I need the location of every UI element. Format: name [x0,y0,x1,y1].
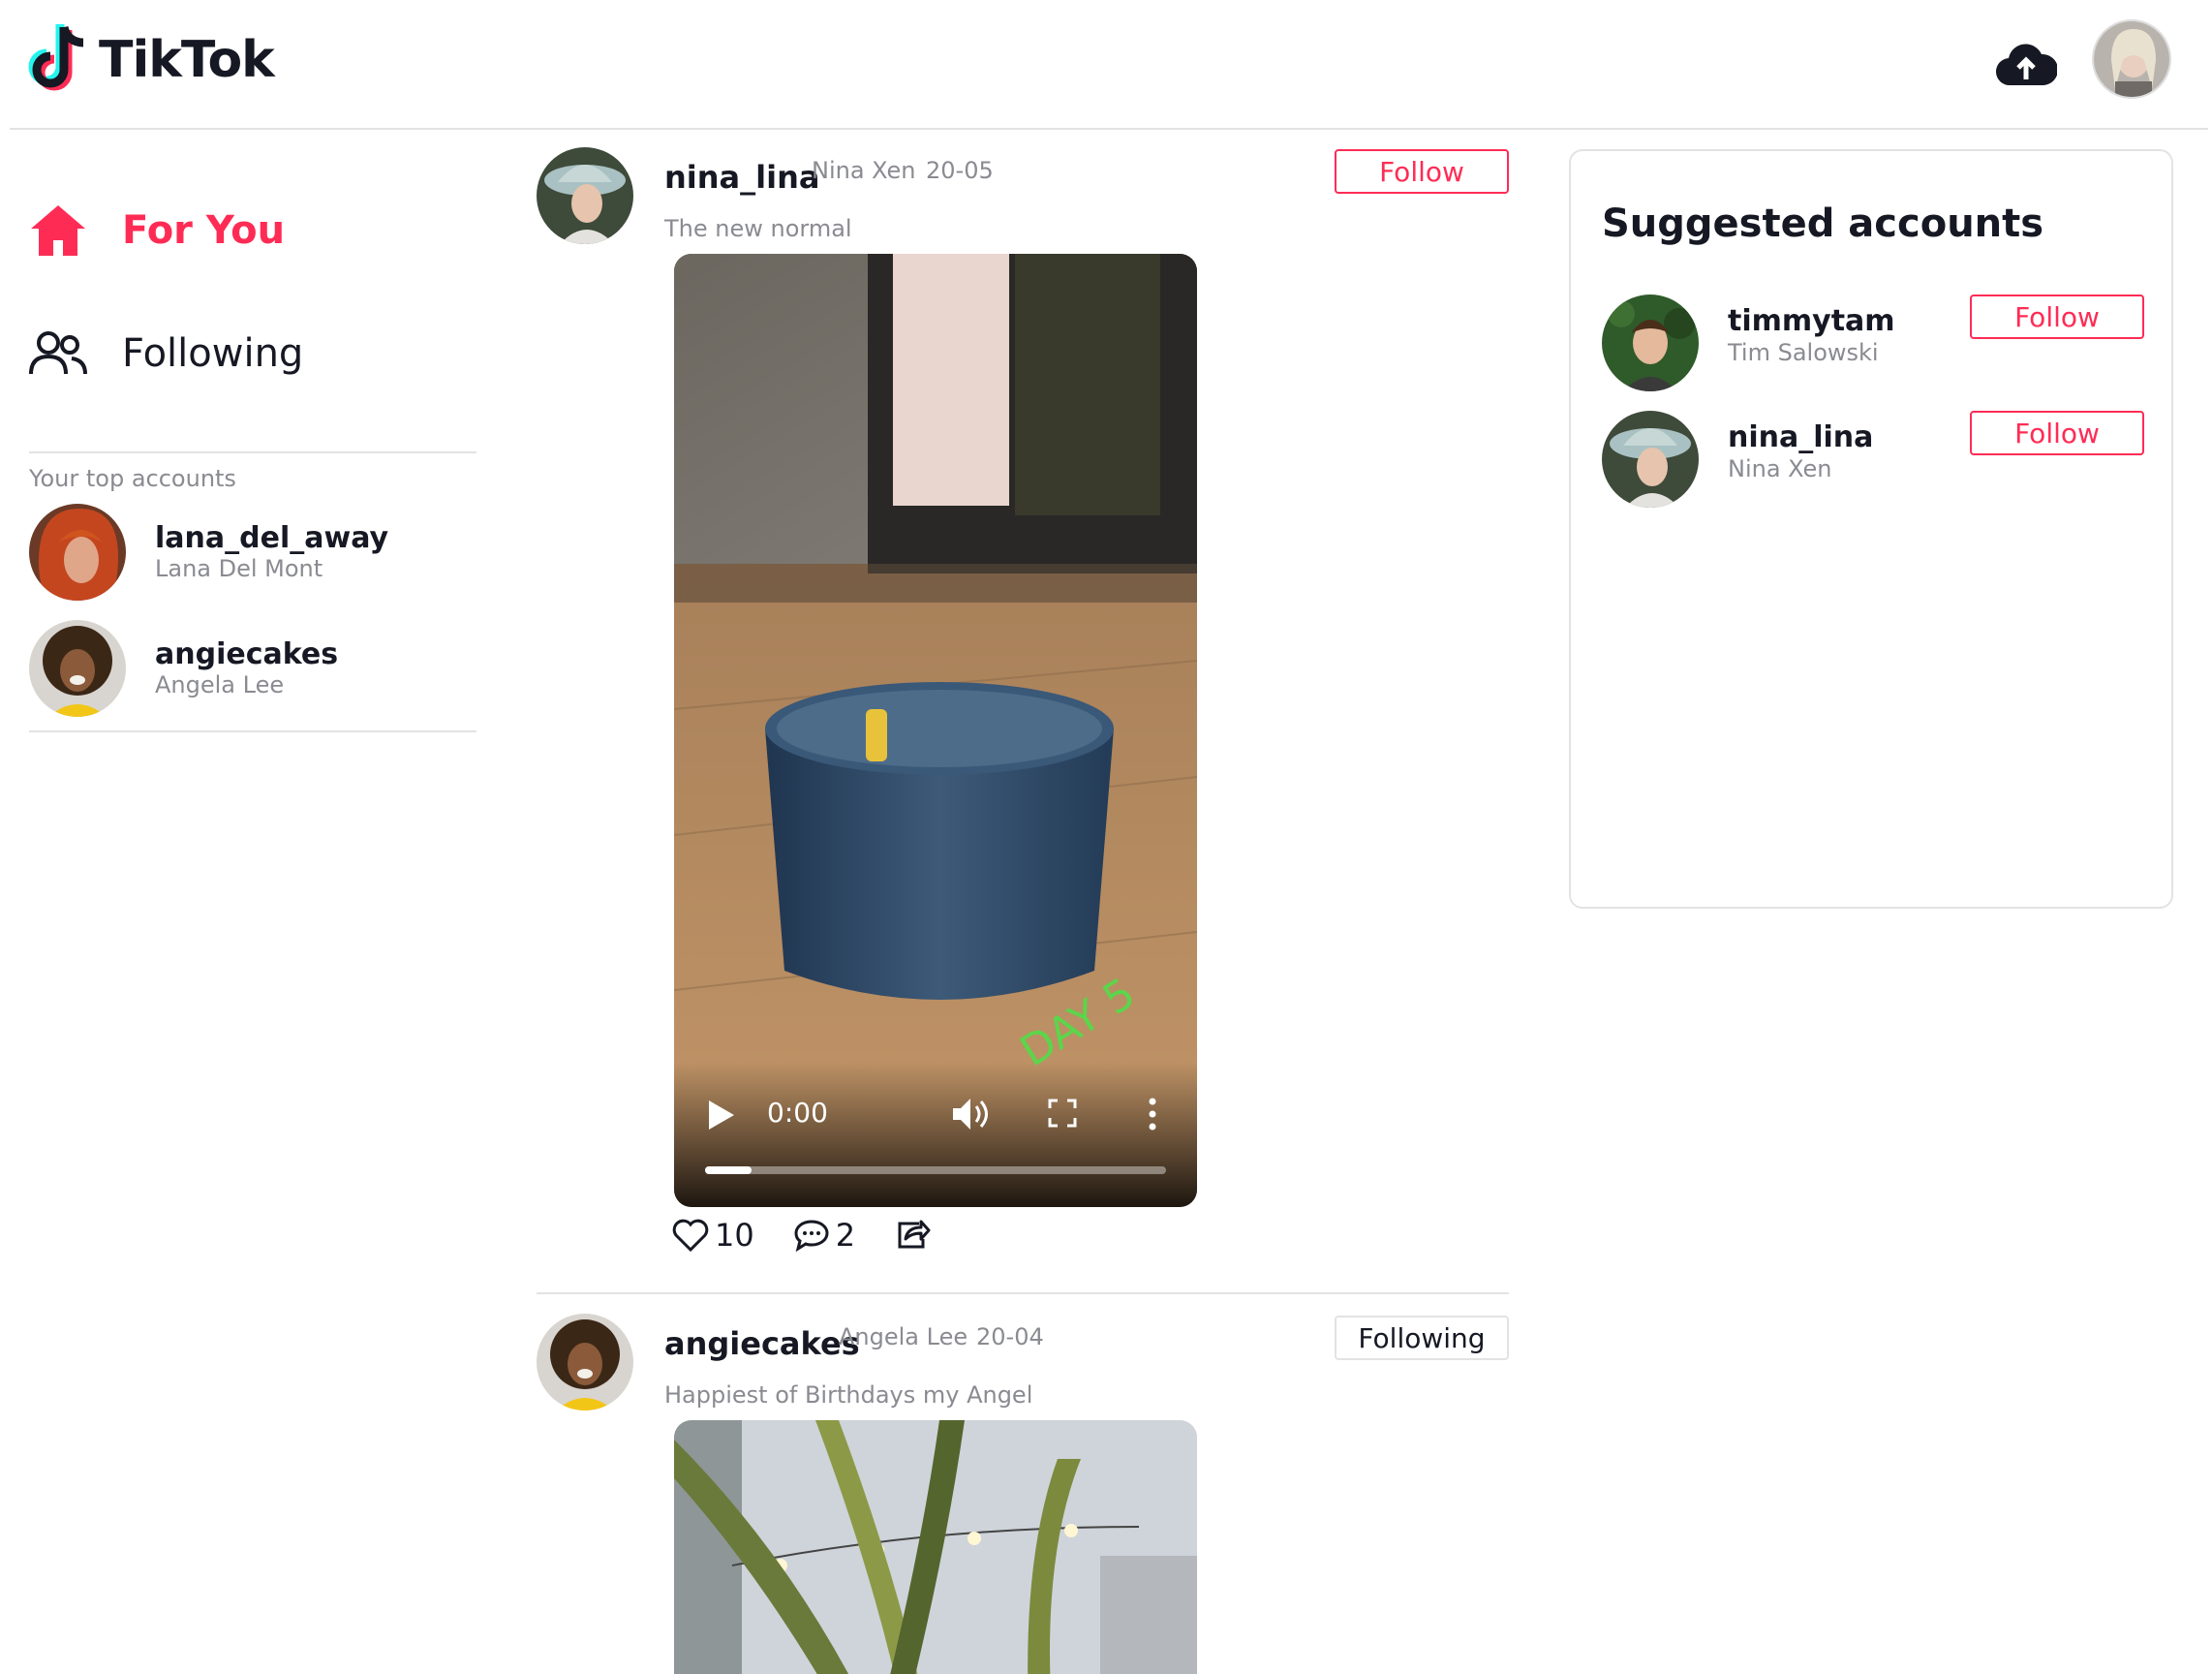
video-frame [674,1420,1197,1674]
nav-label: Following [122,331,304,376]
more-options-icon[interactable] [1147,1097,1158,1132]
video-time: 0:00 [767,1097,828,1129]
follow-button[interactable]: Follow [1970,411,2144,455]
account-display-name: Tim Salowski [1728,339,1879,366]
like-button[interactable]: 10 [672,1217,754,1254]
video-controls: 0:00 [674,1062,1197,1207]
post-username[interactable]: angiecakes [664,1325,860,1362]
like-count: 10 [715,1217,754,1254]
account-display-name: Lana Del Mont [155,555,323,582]
suggested-accounts-panel: Suggested accounts timmytam Tim Salowski… [1569,149,2173,909]
user-avatar[interactable] [2092,19,2171,99]
account-username: angiecakes [155,637,339,671]
fullscreen-icon[interactable] [1048,1099,1077,1128]
video-player[interactable] [674,1420,1197,1674]
video-player[interactable]: DAY 5 0:00 [674,254,1197,1207]
post-date: 20-05 [926,157,994,184]
tiktok-note-icon [28,24,84,91]
account-username[interactable]: timmytam [1728,304,1895,338]
top-accounts-heading: Your top accounts [29,465,236,492]
video-progress-bar[interactable] [705,1166,1166,1174]
avatar[interactable] [537,147,633,244]
share-button[interactable] [894,1218,931,1253]
post-caption: Happiest of Birthdays my Angel [664,1381,1033,1409]
avatar[interactable] [1602,411,1699,508]
follow-button[interactable]: Follow [1970,294,2144,339]
following-button[interactable]: Following [1335,1316,1509,1360]
post-caption: The new normal [664,215,852,242]
heart-icon [672,1219,709,1253]
nav-for-you[interactable]: For You [29,203,285,258]
nav-label: For You [122,208,286,253]
follow-button[interactable]: Follow [1335,149,1509,194]
post-date: 20-04 [976,1323,1044,1350]
post-actions: 10 2 [672,1213,969,1257]
share-icon [898,1220,931,1249]
account-display-name: Angela Lee [155,671,285,698]
post-username[interactable]: nina_lina [664,159,819,196]
account-display-name: Nina Xen [1728,455,1832,482]
play-icon[interactable] [709,1100,734,1130]
sidebar-divider [29,451,476,453]
comment-count: 2 [835,1217,856,1254]
suggested-title: Suggested accounts [1602,202,2044,246]
avatar[interactable] [537,1314,633,1410]
feed-divider [537,1292,1509,1294]
home-icon [31,205,85,256]
volume-icon[interactable] [951,1097,990,1132]
cloud-upload-icon[interactable] [1995,39,2057,89]
tiktok-logo[interactable]: TikTok [21,21,275,99]
post-display-name: Nina Xen [812,157,916,184]
nav-following[interactable]: Following [29,329,303,378]
suggested-account-item: nina_lina Nina Xen Follow [1602,411,2144,508]
post-display-name: Angela Lee [839,1323,968,1350]
header-divider [10,128,2208,130]
avatar [29,504,126,601]
top-account-item[interactable]: lana_del_away Lana Del Mont [29,504,388,601]
suggested-account-item: timmytam Tim Salowski Follow [1602,294,2144,391]
avatar [29,620,126,717]
account-username[interactable]: nina_lina [1728,420,1873,454]
video-progress-fill [705,1166,752,1174]
logo-wordmark: TikTok [99,31,275,89]
comment-icon [794,1220,829,1253]
avatar[interactable] [1602,294,1699,391]
sidebar-divider [29,730,476,732]
top-header: TikTok [0,0,2212,130]
comment-button[interactable]: 2 [793,1217,855,1254]
account-username: lana_del_away [155,521,389,555]
top-account-item[interactable]: angiecakes Angela Lee [29,620,338,717]
users-icon [29,331,87,375]
